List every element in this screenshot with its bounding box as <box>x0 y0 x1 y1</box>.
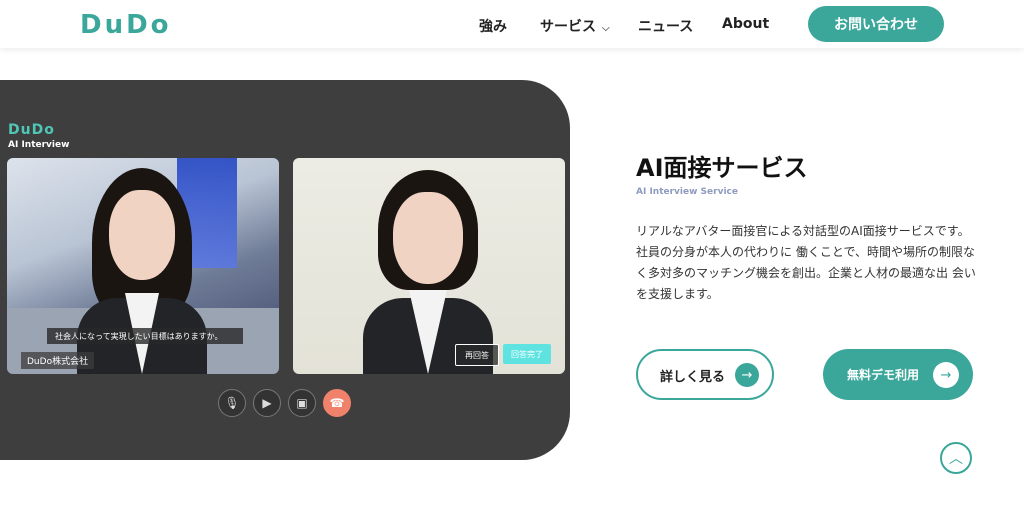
reanswer-button[interactable]: 再回答 <box>455 344 499 366</box>
section-description: リアルなアバター面接官による対話型のAI面接サービスです。社員の分身が本人の代わ… <box>636 224 976 301</box>
nav-service-label: サービス <box>540 19 596 35</box>
demo-subtitle: AI Interview <box>8 140 70 150</box>
arrow-right-icon: → <box>933 362 959 388</box>
chevron-up-icon: ︿ <box>949 451 963 467</box>
contact-button[interactable]: お問い合わせ <box>808 6 944 42</box>
free-demo-button[interactable]: 無料デモ利用 → <box>823 349 973 400</box>
camera-icon[interactable]: ▶ <box>253 389 281 417</box>
demo-logo: DuDo <box>8 122 55 138</box>
section-subtitle: AI Interview Service <box>636 187 738 197</box>
nav-service[interactable]: サービス ⌵ <box>540 16 610 36</box>
question-caption: 社会人になって実現したい目標はありますか。 <box>47 328 243 344</box>
ai-interview-demo-panel: DuDo AI Interview 社会人になって実現したい目標はありますか。 … <box>0 80 570 460</box>
site-header: DuDo 強み サービス ⌵ ニュース About お問い合わせ <box>0 0 1024 48</box>
complete-answer-button[interactable]: 回答完了 <box>503 344 551 364</box>
learn-more-label: 詳しく見る <box>660 370 726 385</box>
hangup-icon[interactable]: ☎ <box>323 389 351 417</box>
free-demo-label: 無料デモ利用 <box>847 368 920 382</box>
mic-icon[interactable]: 🎙 <box>218 389 246 417</box>
chevron-down-icon: ⌵ <box>602 23 610 34</box>
interviewer-video: 社会人になって実現したい目標はありますか。 DuDo株式会社 <box>7 158 279 374</box>
nav-news[interactable]: ニュース <box>638 16 693 36</box>
candidate-video: 再回答 回答完了 <box>293 158 565 374</box>
nav-about[interactable]: About <box>722 16 769 32</box>
company-label: DuDo株式会社 <box>21 352 95 369</box>
scroll-to-top-button[interactable]: ︿ <box>940 442 972 474</box>
nav-strengths[interactable]: 強み <box>479 16 507 36</box>
site-logo[interactable]: DuDo <box>80 10 172 40</box>
arrow-right-icon: → <box>735 363 759 387</box>
learn-more-button[interactable]: 詳しく見る → <box>636 349 774 400</box>
screen-icon[interactable]: ▣ <box>288 389 316 417</box>
section-title: AI面接サービス <box>636 154 808 182</box>
